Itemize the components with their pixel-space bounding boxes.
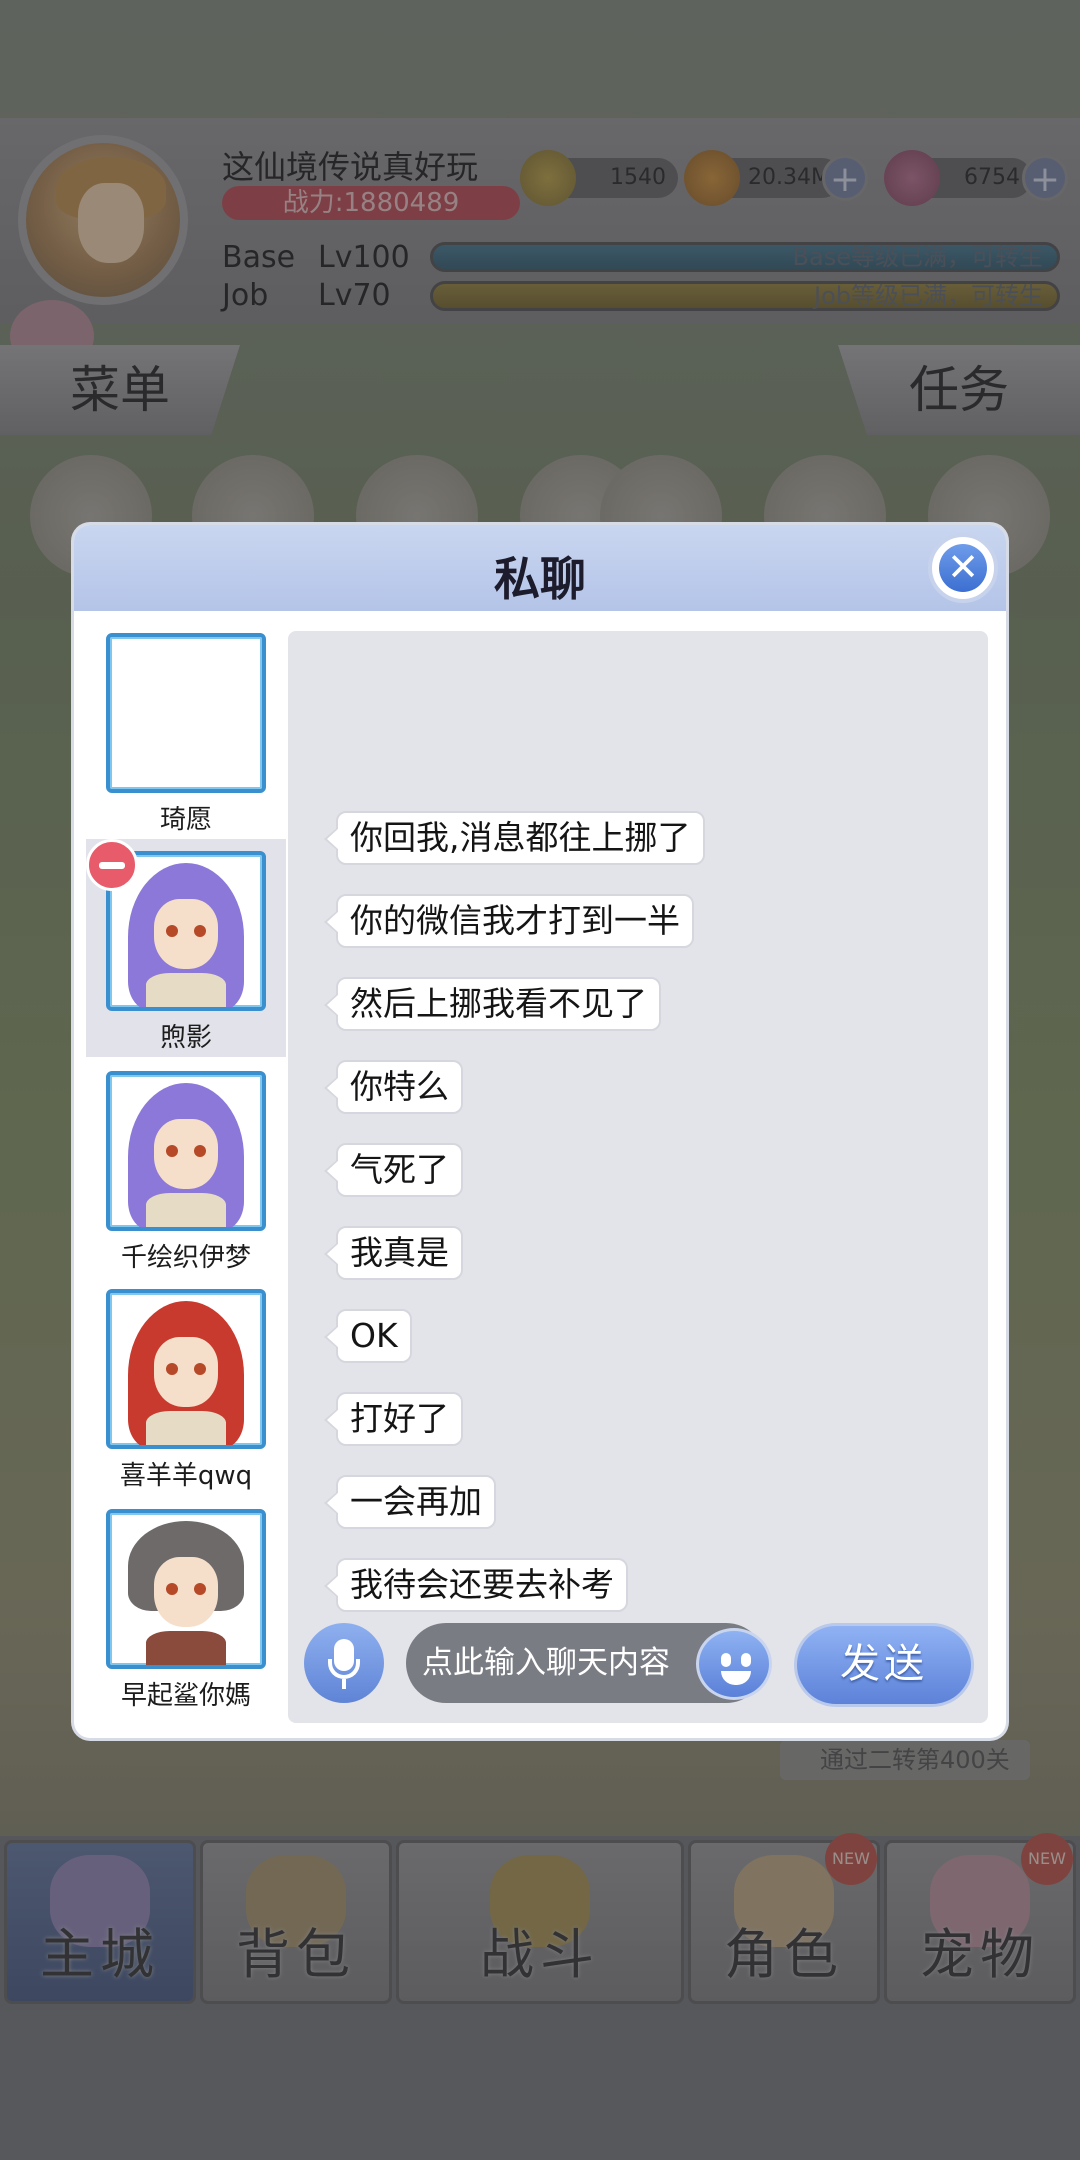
smiley-mouth (721, 1671, 751, 1685)
voice-input-button[interactable] (304, 1623, 384, 1703)
close-button[interactable]: ✕ (928, 533, 998, 603)
avatar-eyes (162, 1583, 210, 1595)
friend-name: 喜羊羊qwq (119, 1461, 253, 1491)
avatar-body (146, 1193, 226, 1227)
modal-header: 私聊 ✕ (74, 525, 1006, 611)
chat-message: 然后上挪我看不见了 (324, 977, 661, 1031)
chat-message: OK (324, 1309, 412, 1363)
chat-message: 你的微信我才打到一半 (324, 894, 694, 948)
friend-avatar (106, 1289, 266, 1449)
send-button[interactable]: 发送 (794, 1623, 974, 1707)
chat-message: 气死了 (324, 1143, 463, 1197)
private-chat-modal: 私聊 ✕ 琦愿 煦影 千绘织伊梦 喜羊羊qwq 早起鲨你媽 你回我,消息都往上挪… (74, 525, 1006, 1738)
friend-name: 煦影 (159, 1023, 212, 1053)
chat-message: 一会再加 (324, 1475, 496, 1529)
avatar-body (146, 1631, 226, 1665)
friend-item[interactable]: 千绘织伊梦 (86, 1059, 286, 1277)
friend-list: 琦愿 煦影 千绘织伊梦 喜羊羊qwq 早起鲨你媽 (74, 621, 286, 1731)
avatar-eyes (162, 925, 210, 937)
avatar-eyes (162, 1363, 210, 1375)
chat-message: 我待会还要去补考 (324, 1558, 628, 1612)
friend-item-selected[interactable]: 煦影 (86, 839, 286, 1057)
emoji-button[interactable] (696, 1628, 772, 1700)
remove-friend-icon[interactable] (86, 839, 138, 891)
smiley-eye (721, 1653, 731, 1667)
friend-item[interactable]: 琦愿 (86, 621, 286, 839)
chat-message: 打好了 (324, 1392, 463, 1446)
friend-item[interactable]: 喜羊羊qwq (86, 1277, 286, 1495)
modal-title: 私聊 (494, 552, 586, 606)
chat-message-area[interactable]: 你回我,消息都往上挪了 你的微信我才打到一半 然后上挪我看不见了 你特么 气死了… (288, 631, 988, 1723)
avatar-body (146, 1411, 226, 1445)
friend-name: 千绘织伊梦 (120, 1243, 251, 1273)
microphone-base (342, 1679, 346, 1689)
friend-name: 早起鲨你媽 (120, 1681, 251, 1711)
smiley-eye (741, 1653, 751, 1667)
chat-message: 我真是 (324, 1226, 463, 1280)
friend-avatar (106, 1071, 266, 1231)
friend-name: 琦愿 (159, 805, 212, 835)
microphone-stand (328, 1659, 360, 1679)
avatar-body (146, 973, 226, 1007)
avatar-eyes (162, 1145, 210, 1157)
chat-message: 你特么 (324, 1060, 463, 1114)
friend-item[interactable]: 早起鲨你媽 (86, 1497, 286, 1715)
chat-message: 你回我,消息都往上挪了 (324, 811, 705, 865)
friend-avatar (106, 1509, 266, 1669)
friend-avatar-empty (106, 633, 266, 793)
close-icon: ✕ (939, 544, 987, 592)
